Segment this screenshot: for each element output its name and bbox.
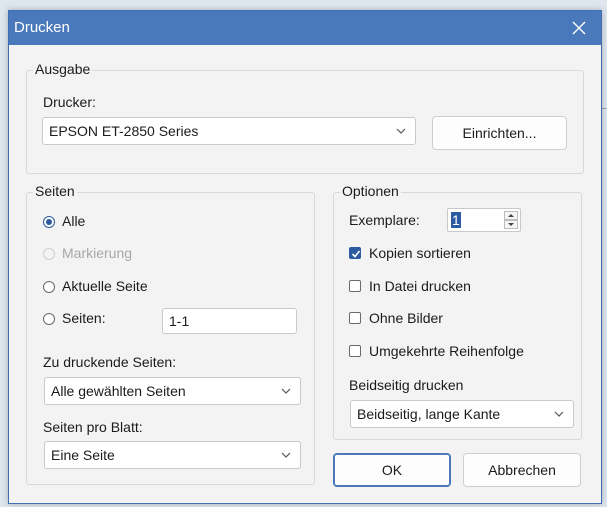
checkbox-kopien-sortieren[interactable] xyxy=(349,247,361,259)
drucker-label: Drucker: xyxy=(43,94,96,110)
zu-druckende-select[interactable]: Alle gewählten Seiten xyxy=(44,377,301,405)
pro-blatt-select[interactable]: Eine Seite xyxy=(44,441,301,469)
radio-alle-label: Alle xyxy=(62,213,86,229)
checkbox-umgekehrte-reihenfolge[interactable] xyxy=(349,345,361,357)
radio-aktuelle-seite-label: Aktuelle Seite xyxy=(62,278,148,294)
exemplare-label: Exemplare: xyxy=(349,212,420,228)
einrichten-button-label: Einrichten... xyxy=(462,125,537,141)
background-divider xyxy=(602,108,607,109)
drucker-select[interactable]: EPSON ET-2850 Series xyxy=(42,117,416,145)
print-dialog: Drucken Ausgabe Drucker: EPSON ET-2850 S… xyxy=(8,10,602,504)
close-button[interactable] xyxy=(557,11,601,45)
optionen-legend: Optionen xyxy=(340,183,401,199)
ok-button-label: OK xyxy=(381,462,403,478)
radio-seiten-label: Seiten: xyxy=(62,310,106,326)
radio-aktuelle-seite[interactable] xyxy=(43,281,55,293)
chevron-down-icon xyxy=(281,452,291,458)
abbrechen-button-label: Abbrechen xyxy=(488,462,556,478)
checkbox-umgekehrte-reihenfolge-label: Umgekehrte Reihenfolge xyxy=(369,343,524,359)
chevron-down-icon xyxy=(508,223,514,226)
drucker-value: EPSON ET-2850 Series xyxy=(49,123,199,139)
pro-blatt-value: Eine Seite xyxy=(51,447,115,463)
einrichten-button[interactable]: Einrichten... xyxy=(432,116,567,150)
seiten-legend: Seiten xyxy=(33,183,77,199)
chevron-down-icon xyxy=(554,411,564,417)
checkbox-ohne-bilder[interactable] xyxy=(349,312,361,324)
ok-button[interactable]: OK xyxy=(333,453,451,487)
radio-alle[interactable] xyxy=(43,216,55,228)
checkbox-in-datei-drucken[interactable] xyxy=(349,280,361,292)
seiten-range-value: 1-1 xyxy=(169,313,190,329)
beidseitig-select[interactable]: Beidseitig, lange Kante xyxy=(350,400,574,428)
radio-markierung-label: Markierung xyxy=(62,245,133,261)
beidseitig-label: Beidseitig drucken xyxy=(349,377,464,393)
checkmark-icon xyxy=(351,250,361,258)
spin-down-button[interactable] xyxy=(504,220,518,229)
title-bar: Drucken xyxy=(9,11,601,45)
window-title: Drucken xyxy=(14,19,70,36)
chevron-down-icon xyxy=(281,388,291,394)
chevron-down-icon xyxy=(396,128,406,134)
seiten-range-input[interactable]: 1-1 xyxy=(162,308,297,334)
abbrechen-button[interactable]: Abbrechen xyxy=(463,453,581,487)
radio-markierung xyxy=(43,248,55,260)
ausgabe-legend: Ausgabe xyxy=(33,61,93,77)
chevron-up-icon xyxy=(508,214,514,217)
beidseitig-value: Beidseitig, lange Kante xyxy=(357,406,501,422)
zu-druckende-label: Zu druckende Seiten: xyxy=(43,354,177,370)
close-icon xyxy=(572,21,586,35)
checkbox-ohne-bilder-label: Ohne Bilder xyxy=(369,310,443,326)
exemplare-spinner[interactable]: 1 xyxy=(447,208,521,232)
radio-seiten[interactable] xyxy=(43,313,55,325)
spin-up-button[interactable] xyxy=(504,211,518,220)
checkbox-kopien-sortieren-label: Kopien sortieren xyxy=(369,245,471,261)
checkbox-in-datei-drucken-label: In Datei drucken xyxy=(369,278,471,294)
zu-druckende-value: Alle gewählten Seiten xyxy=(51,383,186,399)
pro-blatt-label: Seiten pro Blatt: xyxy=(43,419,143,435)
exemplare-value[interactable]: 1 xyxy=(451,212,461,228)
